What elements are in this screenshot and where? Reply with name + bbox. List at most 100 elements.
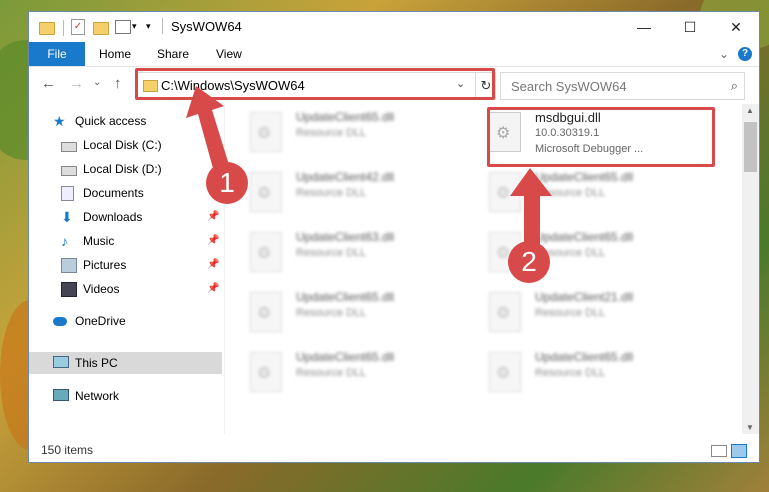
search-box[interactable]: Search SysWOW64 ⌕ bbox=[500, 72, 745, 100]
sidebar-item-label: Quick access bbox=[75, 114, 147, 128]
large-icons-view-icon[interactable] bbox=[731, 444, 747, 458]
file-item[interactable]: UpdateClient63.dll Resource DLL bbox=[250, 230, 470, 278]
search-input[interactable]: Search SysWOW64 bbox=[511, 79, 627, 94]
separator bbox=[63, 20, 64, 36]
file-name: UpdateClient65.dll bbox=[296, 290, 395, 304]
scroll-up-icon[interactable]: ▲ bbox=[746, 106, 754, 115]
ribbon-collapse-icon[interactable]: ⌄ bbox=[719, 42, 729, 66]
file-name: UpdateClient65.dll bbox=[296, 350, 395, 364]
cloud-icon bbox=[53, 317, 67, 326]
sidebar-item-label: Local Disk (C:) bbox=[83, 138, 162, 152]
sidebar-item-label: Documents bbox=[83, 186, 144, 200]
window-title: SysWOW64 bbox=[171, 19, 242, 34]
callout-1: 1 bbox=[206, 162, 248, 204]
sidebar-item-label: Local Disk (D:) bbox=[83, 162, 162, 176]
file-name: UpdateClient65.dll bbox=[535, 230, 634, 244]
tab-share[interactable]: Share bbox=[157, 42, 189, 66]
file-item[interactable]: UpdateClient42.dll Resource DLL bbox=[250, 170, 470, 218]
file-type: Resource DLL bbox=[296, 247, 367, 259]
chevron-down-icon[interactable]: ▾ bbox=[132, 21, 137, 37]
dll-file-icon bbox=[250, 172, 282, 212]
file-type: Resource DLL bbox=[296, 367, 367, 379]
separator bbox=[162, 18, 163, 34]
file-highlight-box bbox=[487, 107, 715, 167]
sidebar-item-label: Music bbox=[83, 234, 115, 248]
up-icon[interactable]: ↑ bbox=[114, 75, 122, 92]
vertical-scrollbar[interactable]: ▲ ▼ bbox=[742, 104, 759, 434]
tab-home[interactable]: Home bbox=[99, 42, 131, 66]
minimize-button[interactable]: — bbox=[621, 12, 667, 42]
file-type: Resource DLL bbox=[535, 187, 606, 199]
videos-icon bbox=[61, 282, 77, 297]
drive-icon bbox=[61, 166, 77, 176]
network-icon bbox=[53, 389, 69, 401]
dll-file-icon bbox=[489, 352, 521, 392]
sidebar-item-label: Network bbox=[75, 389, 120, 403]
pin-icon[interactable]: 📌 bbox=[207, 254, 219, 276]
explorer-window: ✓ ▾ ▾ SysWOW64 — ☐ ✕ File Home Share Vie… bbox=[29, 12, 759, 462]
file-item[interactable]: UpdateClient65.dll Resource DLL bbox=[489, 170, 709, 218]
search-icon[interactable]: ⌕ bbox=[731, 78, 738, 94]
sidebar-item-label: Videos bbox=[83, 282, 120, 296]
file-name: UpdateClient65.dll bbox=[535, 350, 634, 364]
pane-divider bbox=[224, 104, 225, 434]
file-item[interactable]: UpdateClient65.dll Resource DLL bbox=[250, 290, 470, 338]
details-view-icon[interactable] bbox=[711, 445, 727, 457]
maximize-button[interactable]: ☐ bbox=[667, 12, 713, 42]
pin-icon[interactable]: 📌 bbox=[207, 206, 219, 228]
help-icon[interactable]: ? bbox=[738, 47, 752, 61]
file-item[interactable]: UpdateClient65.dll Resource DLL bbox=[250, 110, 470, 158]
file-type: Resource DLL bbox=[296, 187, 367, 199]
customize-toolbar-icon[interactable]: ▾ bbox=[146, 21, 151, 37]
music-icon: ♪ bbox=[61, 233, 68, 249]
file-type: Resource DLL bbox=[296, 127, 367, 139]
dll-file-icon bbox=[250, 352, 282, 392]
dll-file-icon bbox=[250, 232, 282, 272]
properties-icon[interactable]: ✓ bbox=[71, 19, 85, 35]
sidebar-item-label: This PC bbox=[75, 356, 118, 370]
documents-icon bbox=[61, 186, 74, 201]
pin-icon[interactable]: 📌 bbox=[207, 230, 219, 252]
scroll-down-icon[interactable]: ▼ bbox=[746, 423, 754, 432]
file-type: Resource DLL bbox=[296, 307, 367, 319]
file-name: UpdateClient63.dll bbox=[296, 230, 395, 244]
dll-file-icon bbox=[489, 172, 521, 212]
file-name: UpdateClient42.dll bbox=[296, 170, 395, 184]
callout-2: 2 bbox=[508, 241, 550, 283]
title-bar: ✓ ▾ ▾ SysWOW64 — ☐ ✕ bbox=[29, 12, 759, 42]
download-icon: ⬇ bbox=[61, 209, 73, 225]
drive-icon bbox=[61, 142, 77, 152]
file-type: Resource DLL bbox=[535, 367, 606, 379]
pin-icon[interactable]: 📌 bbox=[207, 278, 219, 300]
forward-icon[interactable]: → bbox=[69, 75, 84, 92]
new-folder-icon[interactable] bbox=[93, 22, 109, 35]
close-button[interactable]: ✕ bbox=[713, 12, 759, 42]
dll-file-icon bbox=[250, 292, 282, 332]
file-item[interactable]: UpdateClient21.dll Resource DLL bbox=[489, 290, 709, 338]
computer-icon bbox=[53, 356, 69, 368]
navigation-pane: ★ Quick access Local Disk (C:) Local Dis… bbox=[29, 104, 224, 444]
tab-view[interactable]: View bbox=[216, 42, 242, 66]
back-icon[interactable]: ← bbox=[41, 75, 56, 92]
dll-file-icon bbox=[250, 112, 282, 152]
dll-file-icon bbox=[489, 292, 521, 332]
file-name: UpdateClient65.dll bbox=[296, 110, 395, 124]
address-highlight-box bbox=[135, 68, 495, 100]
pictures-icon bbox=[61, 258, 77, 273]
tab-file[interactable]: File bbox=[29, 42, 85, 66]
view-icon[interactable] bbox=[115, 20, 131, 34]
folder-icon bbox=[39, 22, 55, 35]
sidebar-item-label: Pictures bbox=[83, 258, 127, 272]
status-bar: 150 items bbox=[29, 438, 759, 462]
file-type: Resource DLL bbox=[535, 307, 606, 319]
star-icon: ★ bbox=[53, 113, 66, 129]
file-item[interactable]: UpdateClient65.dll Resource DLL bbox=[489, 350, 709, 398]
item-count: 150 items bbox=[41, 443, 94, 457]
sidebar-item-label: OneDrive bbox=[75, 314, 126, 328]
scrollbar-thumb[interactable] bbox=[744, 122, 757, 172]
file-name: UpdateClient65.dll bbox=[535, 170, 634, 184]
recent-locations-icon[interactable]: ⌄ bbox=[93, 77, 101, 88]
sidebar-item-label: Downloads bbox=[83, 210, 143, 224]
file-item[interactable]: UpdateClient65.dll Resource DLL bbox=[250, 350, 470, 398]
ribbon-tabs: File Home Share View ⌄ ? bbox=[29, 42, 759, 67]
